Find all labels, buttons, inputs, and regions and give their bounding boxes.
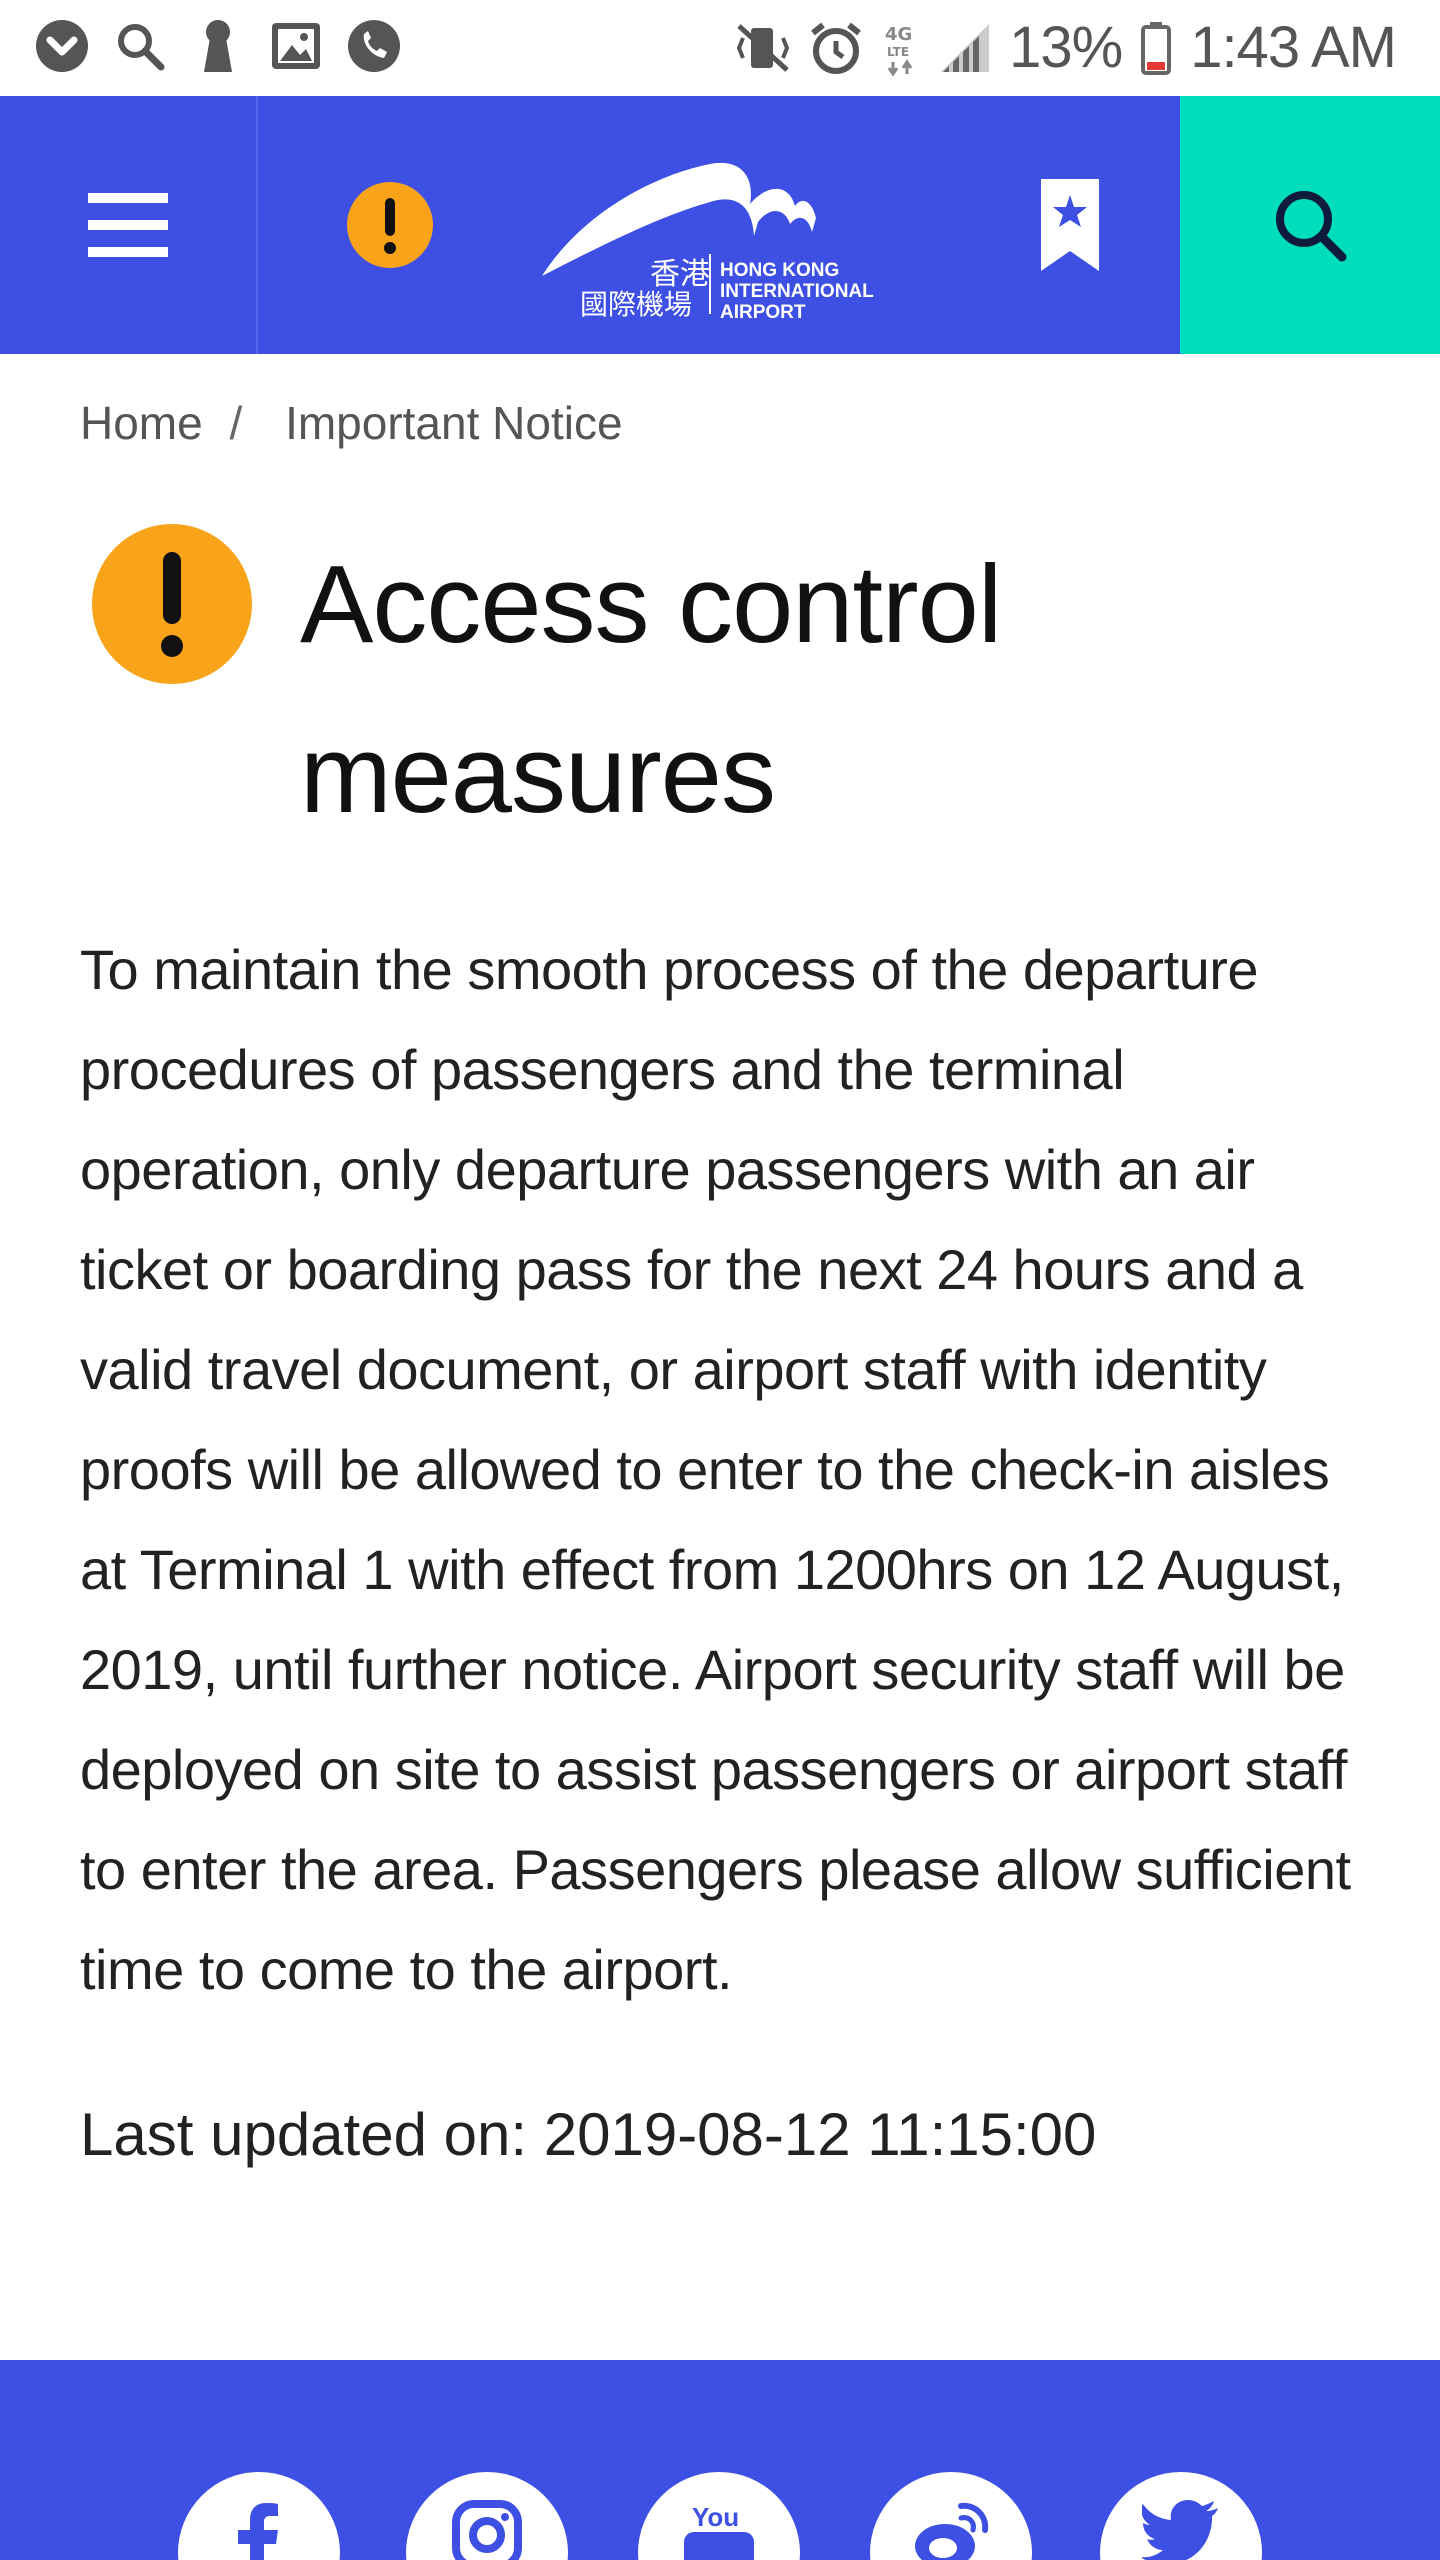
battery-icon [1141, 21, 1172, 75]
search-icon [1276, 191, 1347, 262]
lte-icon: 4GLTE [885, 24, 912, 76]
bookmark-button[interactable] [1000, 96, 1140, 354]
breadcrumb: Home / Important Notice [80, 396, 637, 450]
status-bar: 4G LTE 13% 1:43 AM [0, 0, 1440, 96]
breadcrumb-home[interactable]: Home [80, 397, 203, 449]
hamburger-icon [88, 193, 168, 257]
breadcrumb-separator: / [229, 397, 243, 449]
svg-text:LTE: LTE [887, 45, 909, 59]
vibrate-mute-icon [736, 23, 790, 72]
svg-text:AIRPORT: AIRPORT [720, 302, 806, 323]
keyhole-icon [190, 18, 246, 74]
twitter-icon [1142, 2500, 1218, 2560]
airport-logo[interactable]: 香港 HONG KONG INTERNATIONAL AIRPORT 國際機場 [540, 126, 910, 326]
logo-cn-line1: 香港 [650, 257, 710, 292]
instagram-icon [452, 2500, 522, 2560]
last-updated: Last updated on: 2019-08-12 11:15:00 [80, 2101, 1097, 2168]
facebook-icon [238, 2503, 278, 2560]
signal-icon [941, 23, 990, 72]
hkia-logo-icon: 香港 HONG KONG INTERNATIONAL AIRPORT 國際機場 [542, 162, 874, 323]
bookmark-icon [1041, 179, 1099, 271]
phone-icon [346, 18, 402, 74]
weibo-icon [915, 2502, 989, 2560]
notice-body: To maintain the smooth process of the de… [80, 938, 1351, 2001]
clock: 1:43 AM [1190, 15, 1397, 80]
menu-button[interactable] [0, 96, 258, 354]
svg-text:HONG KONG: HONG KONG [720, 260, 839, 281]
site-header: 香港 HONG KONG INTERNATIONAL AIRPORT 國際機場 [0, 96, 1440, 354]
alert-icon [347, 182, 433, 268]
important-notice-button[interactable] [300, 96, 480, 354]
gallery-icon [268, 18, 324, 74]
alert-icon [92, 524, 252, 684]
battery-percent: 13% [1009, 15, 1123, 80]
svg-text:INTERNATIONAL: INTERNATIONAL [720, 281, 874, 302]
breadcrumb-current: Important Notice [285, 397, 623, 449]
alarm-icon [811, 22, 861, 74]
svg-text:You: You [692, 2502, 739, 2532]
status-bar-left [34, 18, 402, 74]
svg-text:4G: 4G [885, 24, 912, 45]
search-button[interactable] [1180, 96, 1440, 354]
app-notification-icon [34, 18, 90, 74]
logo-cn: 國際機場 [580, 288, 692, 321]
search-icon [112, 18, 168, 74]
status-bar-right: 4G LTE 13% 1:43 AM [735, 14, 1397, 81]
youtube-icon: You [684, 2502, 754, 2560]
page-title: Access control measures [300, 543, 1002, 836]
